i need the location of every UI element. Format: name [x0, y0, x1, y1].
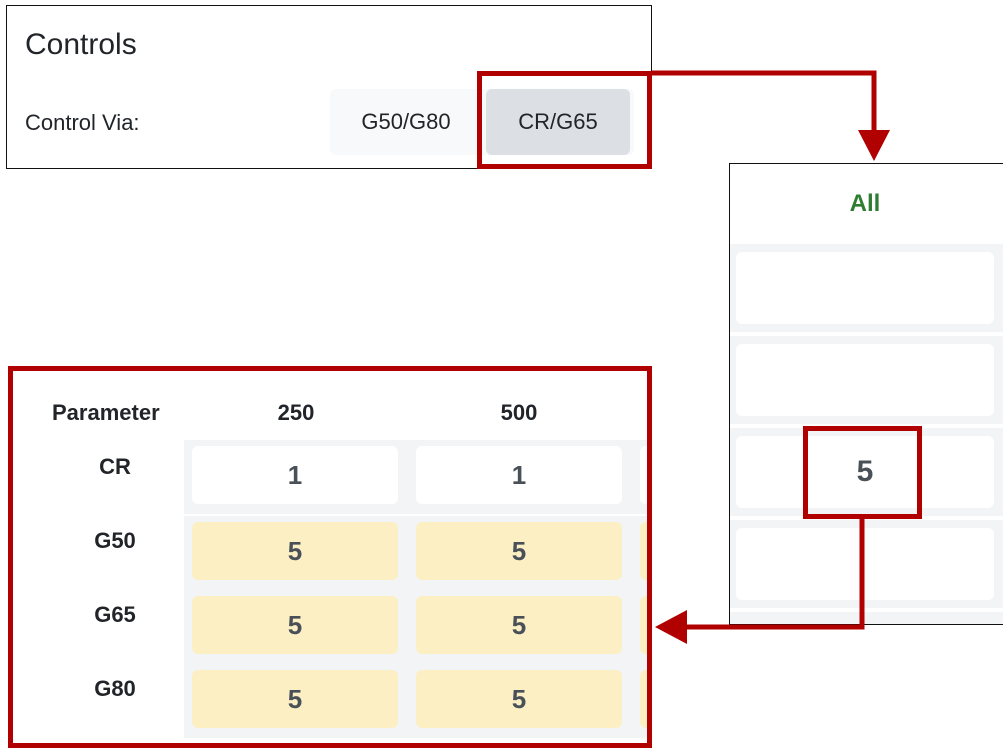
parameter-header: Parameter	[52, 400, 160, 425]
controls-title: Controls	[25, 28, 137, 61]
arrow-path-top	[652, 70, 877, 132]
table-row: 5 5	[184, 664, 652, 738]
row-label-g65: G65	[94, 602, 136, 627]
table-cell[interactable]: 5	[192, 522, 398, 580]
controls-panel: Controls Control Via: G50/G80 CR/G65	[6, 5, 652, 169]
all-row	[730, 336, 1003, 424]
column-header-500: 500	[500, 400, 538, 425]
table-cell[interactable]	[640, 446, 652, 504]
table-cell[interactable]	[640, 522, 652, 580]
all-cell[interactable]	[736, 344, 994, 416]
column-header-250: 250	[277, 400, 315, 425]
table-cell[interactable]: 5	[192, 596, 398, 654]
table-row: 1 1	[184, 440, 652, 514]
all-row	[730, 520, 1003, 608]
all-cell[interactable]	[736, 528, 994, 600]
all-row: 5	[730, 428, 1003, 516]
all-cell[interactable]	[736, 252, 994, 324]
control-via-label: Control Via:	[25, 110, 140, 135]
table-cell[interactable]: 5	[416, 522, 622, 580]
table-row: 5 5	[184, 516, 652, 590]
all-row	[730, 244, 1003, 332]
all-column-header: All	[849, 190, 881, 217]
table-cell[interactable]: 1	[416, 446, 622, 504]
row-label-g50: G50	[94, 528, 136, 553]
row-label-g80: G80	[94, 676, 136, 701]
table-cell[interactable]: 5	[416, 596, 622, 654]
cr-g65-button[interactable]: CR/G65	[486, 89, 630, 155]
table-cell[interactable]: 1	[192, 446, 398, 504]
control-via-toggle-group: G50/G80 CR/G65	[330, 89, 634, 155]
table-cell[interactable]	[640, 670, 652, 728]
g50-g80-button[interactable]: G50/G80	[330, 89, 482, 155]
all-cell-value[interactable]: 5	[736, 436, 994, 508]
table-row: 5 5	[184, 590, 652, 664]
arrow-head-left-icon	[655, 610, 687, 644]
all-row	[730, 612, 1003, 624]
table-cell[interactable]	[640, 596, 652, 654]
arrow-head-down-icon	[858, 130, 890, 161]
parameter-table: Parameter 250 500 CR 1 1 G50 5 5 G65 5 5…	[10, 366, 652, 746]
all-column-panel: All 5	[729, 163, 1003, 625]
table-cell[interactable]: 5	[416, 670, 622, 728]
table-cell[interactable]: 5	[192, 670, 398, 728]
row-label-cr: CR	[99, 454, 131, 479]
